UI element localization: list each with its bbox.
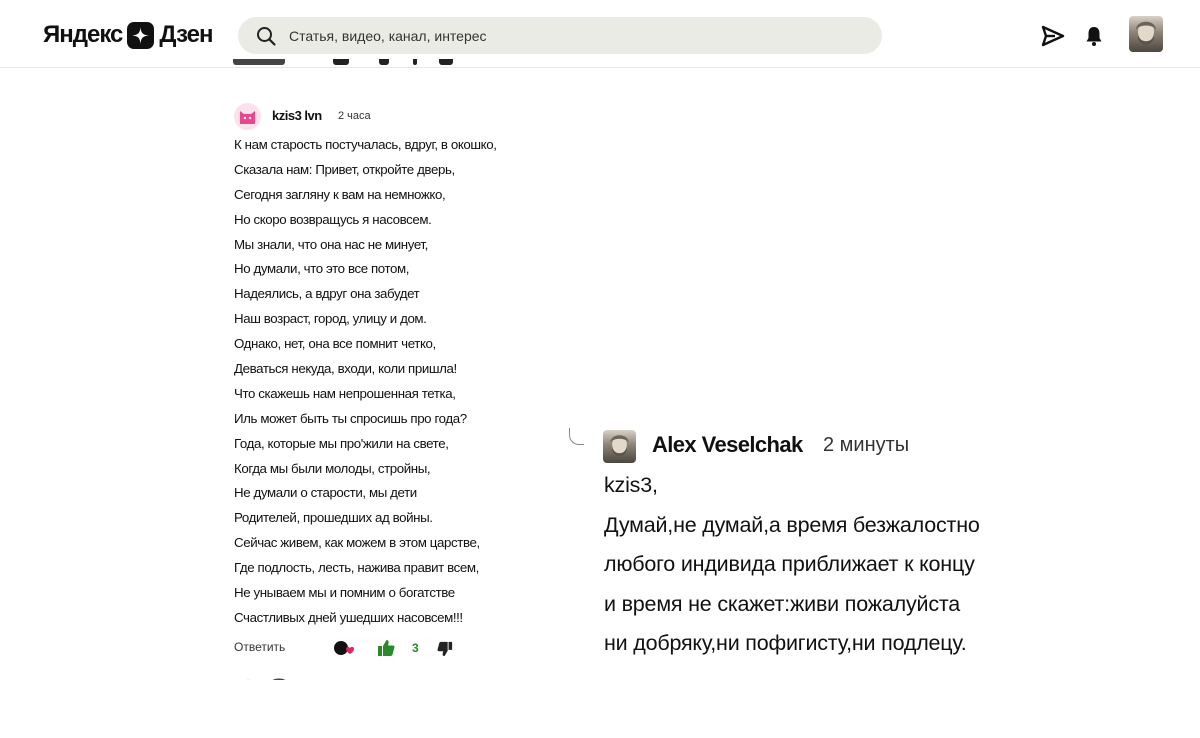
next-comment-clipped — [240, 672, 300, 680]
thumbs-down-icon[interactable] — [437, 641, 453, 657]
logo-text-left: Яндекс — [43, 21, 123, 48]
comment-line: Деваться некуда, входи, коли пришла! — [234, 361, 457, 377]
comment-time: 2 часа — [338, 110, 371, 122]
reply-avatar[interactable] — [603, 430, 636, 463]
comment-line: Наш возраст, город, улицу и дом. — [234, 311, 427, 327]
comment-line: К нам старость постучалась, вдруг, в око… — [234, 137, 497, 152]
search-icon[interactable] — [255, 25, 277, 47]
comment-line: Сегодня загляну к вам на немножко, — [234, 186, 446, 202]
reactions-icon[interactable] — [332, 639, 356, 657]
previous-comment-actions — [233, 59, 473, 73]
comment-line: Иль может быть ты спросишь про года? — [234, 410, 467, 426]
reply-line: любого индивида приближает к концу — [604, 552, 975, 576]
reply-button[interactable]: Ответить — [234, 640, 285, 654]
comment-line: Но думали, что это все потом, — [234, 261, 410, 277]
comment-line: Что скажешь нам непрошенная тетка, — [234, 385, 456, 401]
comment-line: Родителей, прошедших ад войны. — [234, 510, 433, 526]
comment-actions: Ответить 3 — [234, 638, 494, 658]
comment-line: Не думали о старости, мы дети — [234, 485, 417, 501]
reply-line: ни добряку,ни пофигисту,ни подлецу. — [604, 631, 967, 655]
comment-line: Но скоро возвращусь я насовсем. — [234, 211, 432, 227]
thumbs-up-icon[interactable] — [377, 639, 395, 657]
reply-line: Думай,не думай,а время безжалостно — [604, 512, 980, 537]
reply-text: kzis3, Думай,не думай,а время безжалостн… — [604, 466, 1164, 664]
comment-avatar[interactable] — [234, 103, 261, 130]
reply-connector — [569, 428, 584, 445]
reply-author[interactable]: Alex Veselchak — [652, 432, 803, 458]
reply-time: 2 минуты — [823, 434, 910, 456]
comment-line: Где подлость, лесть, нажива правит всем, — [234, 560, 479, 576]
comment-text: К нам старость постучалась, вдруг, в око… — [234, 133, 564, 631]
comment-line: Не унываем мы и помним о богатстве — [234, 585, 455, 601]
paper-plane-icon[interactable] — [1041, 24, 1065, 48]
star-icon — [127, 21, 155, 49]
logo[interactable]: Яндекс Дзен — [43, 20, 214, 50]
comment-line: Сказала нам: Привет, откройте дверь, — [234, 161, 455, 177]
comment-line: Надеялись, а вдруг она забудет — [234, 286, 420, 302]
comment-line: Мы знали, что она нас не минует, — [234, 236, 428, 252]
comment-line: Сейчас живем, как можем в этом царстве, — [234, 535, 480, 551]
search-input[interactable] — [287, 26, 851, 45]
search-bar[interactable] — [238, 17, 882, 54]
comment-line: Года, которые мы про'жили на свете, — [234, 435, 449, 451]
reply-line: kzis3, — [604, 473, 658, 497]
comment-line: Однако, нет, она все помнит четко, — [234, 336, 436, 352]
bell-icon[interactable] — [1082, 24, 1106, 48]
top-header: Яндекс Дзен — [0, 0, 1200, 68]
comment-author[interactable]: kzis3 lvn — [272, 108, 322, 123]
comment-line: Счастливых дней ушедших насовсем!!! — [234, 609, 463, 625]
like-count: 3 — [412, 641, 419, 655]
user-avatar[interactable] — [1129, 16, 1163, 52]
comment-line: Когда мы были молоды, стройны, — [234, 460, 431, 476]
logo-text-right: Дзен — [159, 21, 213, 48]
reply-line: и время не скажет:живи пожалуйста — [604, 591, 961, 616]
